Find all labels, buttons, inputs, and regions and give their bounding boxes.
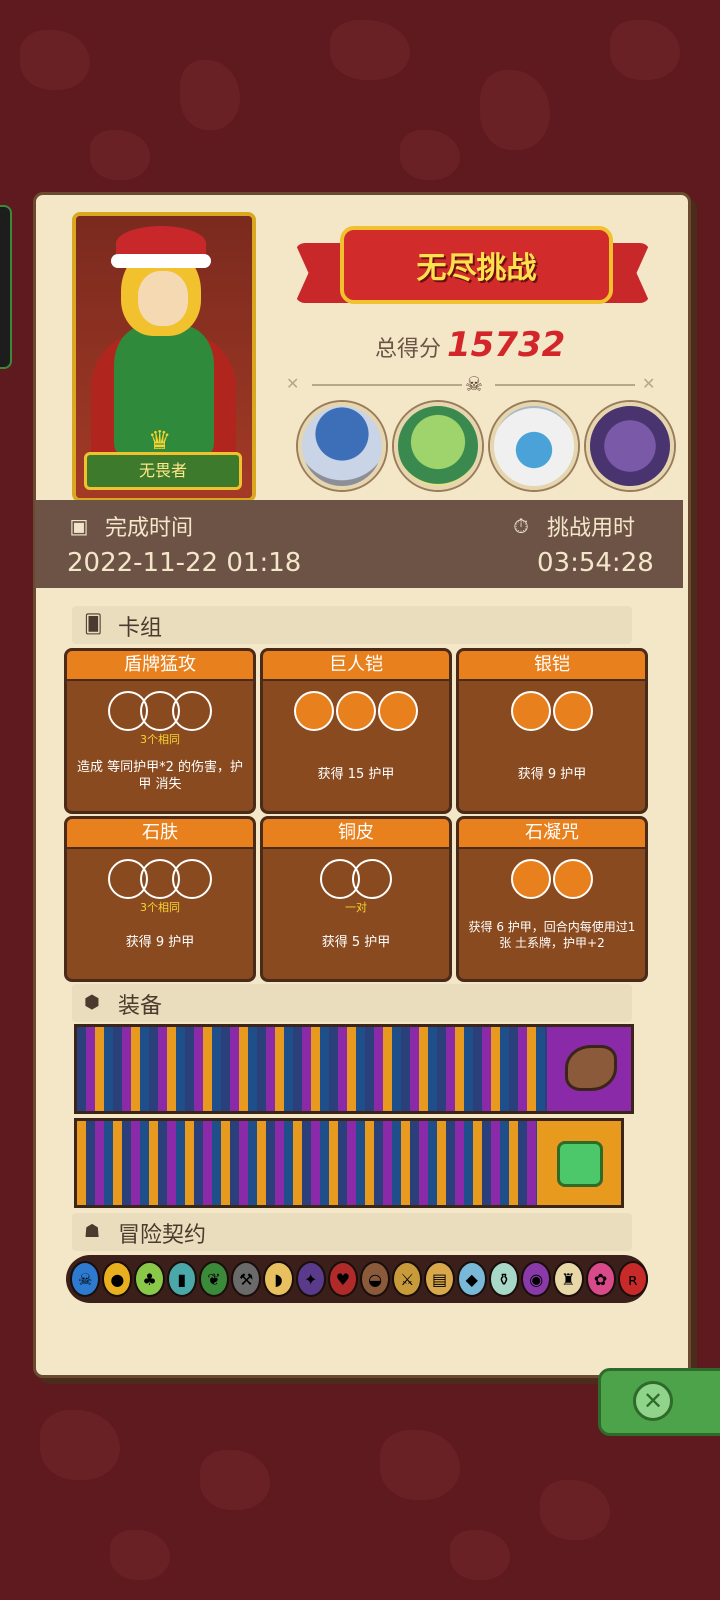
hero-name: 无畏者 <box>84 452 242 490</box>
card-shield-bash[interactable]: 盾牌猛攻 3个相同 造成 等同护甲*2 的伤害，护甲 消失 <box>64 648 256 814</box>
title-banner: 无尽挑战 <box>295 218 650 318</box>
equipment-stack-2[interactable] <box>74 1118 624 1208</box>
duration-label: 挑战用时 <box>547 516 636 541</box>
vase-icon[interactable]: ⚱ <box>488 1261 520 1297</box>
boss-avatar-dragon <box>586 402 674 490</box>
stopwatch-icon: ⏱ <box>513 514 529 538</box>
card-description: 获得 5 护甲 <box>321 935 391 950</box>
card-name: 巨人铠 <box>263 651 449 681</box>
score-row: 总得分 15732 <box>375 325 565 365</box>
star-icon[interactable]: ✦ <box>295 1261 326 1297</box>
horn-icon[interactable]: ◗ <box>263 1261 294 1297</box>
card-description: 获得 9 护甲 <box>517 767 587 782</box>
duration-value: 03:54:28 <box>537 548 654 578</box>
eye-icon[interactable]: ◉ <box>521 1261 552 1297</box>
heart-icon[interactable]: ♥ <box>327 1261 358 1297</box>
score-value: 15732 <box>447 325 566 365</box>
lemon-icon[interactable]: ● <box>102 1261 133 1297</box>
rune-icon[interactable]: ʀ <box>617 1261 648 1297</box>
card-name: 铜皮 <box>263 819 449 849</box>
hammer-icon[interactable]: ⚒ <box>231 1261 262 1297</box>
sword-icon[interactable]: ⚔ <box>392 1261 423 1297</box>
leather-armor-icon <box>547 1027 631 1111</box>
card-name: 石肤 <box>67 819 253 849</box>
score-label: 总得分 <box>375 337 442 362</box>
crystal-icon[interactable]: ◆ <box>456 1261 487 1297</box>
relic-list: ☠ ● ♣ ▮ ❦ ⚒ ◗ ✦ ♥ ◒ ⚔ ▤ ◆ ⚱ ◉ ♜ ✿ ʀ <box>66 1255 648 1303</box>
completion-value: 2022-11-22 01:18 <box>67 548 302 578</box>
crossed-swords-icon: ✕ <box>642 374 656 393</box>
completion-label: 完成时间 <box>105 516 194 541</box>
card-name: 石凝咒 <box>459 819 645 849</box>
card-description: 获得 9 护甲 <box>125 935 195 950</box>
equipment-title: 装备 <box>118 994 163 1019</box>
flower-icon[interactable]: ✿ <box>585 1261 616 1297</box>
blue-flame-icon[interactable]: ☠ <box>70 1261 101 1297</box>
leaf-icon[interactable]: ❦ <box>198 1261 230 1297</box>
pipe-icon[interactable]: ◒ <box>359 1261 391 1297</box>
card-stone-curse[interactable]: 石凝咒 获得 6 护甲，回合内每使用过1张 土系牌，护甲+2 <box>456 816 648 982</box>
scroll-icon[interactable]: ▤ <box>424 1261 455 1297</box>
equipment-section-header: ⬢ 装备 <box>72 984 632 1022</box>
card-silver-armor[interactable]: 银铠 获得 9 护甲 <box>456 648 648 814</box>
card-description: 获得 15 护甲 <box>317 767 395 782</box>
card-condition: 一对 <box>345 901 367 914</box>
close-icon: ✕ <box>633 1381 673 1421</box>
card-stone-skin[interactable]: 石肤 3个相同 获得 9 护甲 <box>64 816 256 982</box>
card-copper-skin[interactable]: 铜皮 一对 获得 5 护甲 <box>260 816 452 982</box>
card-name: 盾牌猛攻 <box>67 651 253 681</box>
close-button[interactable]: ✕ <box>598 1368 720 1436</box>
card-condition: 3个相同 <box>140 733 180 746</box>
hero-portrait: ♛ 无畏者 <box>72 212 256 502</box>
contract-section-header: ☗ 冒险契约 <box>72 1213 632 1251</box>
card-description: 获得 6 护甲，回合内每使用过1张 土系牌，护甲+2 <box>468 920 636 950</box>
card-name: 银铠 <box>459 651 645 681</box>
card-condition: 3个相同 <box>140 901 180 914</box>
time-bar: ▣ 完成时间 2022-11-22 01:18 ⏱ 挑战用时 03:54:28 <box>35 500 683 588</box>
cards-icon: 🂠 <box>84 614 103 635</box>
side-edge-tab <box>0 205 12 369</box>
boss-avatar-goblin <box>394 402 482 490</box>
film-icon: ▣ <box>69 514 89 538</box>
contract-title: 冒险契约 <box>118 1223 207 1248</box>
card-description: 造成 等同护甲*2 的伤害，护甲 消失 <box>76 760 244 792</box>
potion-icon[interactable]: ♣ <box>134 1261 165 1297</box>
boss-avatar-yeti <box>490 402 578 490</box>
deck-title: 卡组 <box>118 616 163 641</box>
deck-section-header: 🂠 卡组 <box>72 606 632 644</box>
cube-icon: ⬢ <box>84 992 100 1013</box>
boss-list <box>298 402 674 490</box>
jar-icon[interactable]: ▮ <box>166 1261 197 1297</box>
green-dice-icon <box>537 1121 621 1205</box>
skull-icon: ☠ <box>465 372 483 396</box>
trophy-icon[interactable]: ♜ <box>553 1261 584 1297</box>
equipment-stack-1[interactable] <box>74 1024 634 1114</box>
card-giant-armor[interactable]: 巨人铠 获得 15 护甲 <box>260 648 452 814</box>
boss-avatar-mushroom <box>298 402 386 490</box>
page-title: 无尽挑战 <box>416 251 537 286</box>
person-icon: ☗ <box>84 1221 101 1242</box>
